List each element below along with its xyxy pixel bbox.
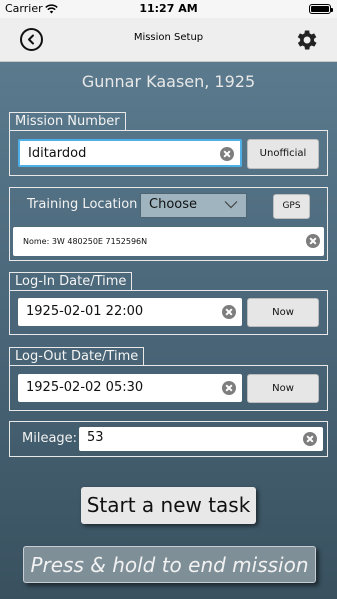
login-section: 1925-02-01 22:00 Now — [9, 290, 328, 335]
mission-number-input[interactable]: Iditardod — [18, 139, 242, 167]
logout-datetime-input[interactable]: 1925-02-02 05:30 — [18, 374, 242, 402]
battery-icon — [309, 4, 333, 14]
clear-icon[interactable] — [306, 234, 320, 248]
logout-datetime-label: Log-Out Date/Time — [9, 347, 145, 365]
login-datetime-value: 1925-02-01 22:00 — [26, 304, 144, 319]
clear-icon[interactable] — [222, 305, 236, 319]
clear-icon[interactable] — [220, 147, 234, 161]
mission-number-label: Mission Number — [9, 112, 126, 130]
logout-datetime-value: 1925-02-02 05:30 — [26, 380, 144, 395]
location-text: Nome: 3W 480250E 7152596N — [23, 237, 148, 246]
location-field[interactable]: Nome: 3W 480250E 7152596N — [13, 227, 324, 256]
training-location-select[interactable]: Choose — [140, 193, 247, 218]
mileage-section: Mileage: 53 — [9, 421, 328, 457]
mileage-label: Mileage: — [22, 431, 78, 446]
mission-number-value: Iditardod — [28, 146, 87, 161]
status-bar: Carrier 11:27 AM — [0, 0, 337, 18]
training-location-label: Training Location — [27, 197, 138, 212]
clear-icon[interactable] — [222, 381, 236, 395]
login-datetime-input[interactable]: 1925-02-01 22:00 — [18, 298, 242, 326]
nav-bar: Mission Setup — [0, 18, 337, 62]
logout-section: 1925-02-02 05:30 Now — [9, 365, 328, 411]
mileage-input[interactable]: 53 — [79, 427, 323, 451]
training-location-select-value: Choose — [149, 197, 197, 212]
mission-number-section: Iditardod Unofficial — [9, 130, 328, 176]
end-mission-button[interactable]: Press & hold to end mission — [23, 546, 316, 583]
mileage-value: 53 — [87, 430, 104, 445]
pilot-name: Gunnar Kaasen, 1925 — [81, 72, 256, 91]
login-now-button[interactable]: Now — [247, 298, 319, 327]
gear-icon[interactable] — [293, 27, 319, 53]
nav-title: Mission Setup — [133, 32, 204, 43]
logout-now-button[interactable]: Now — [247, 374, 319, 403]
gps-button[interactable]: GPS — [273, 194, 310, 219]
clock: 11:27 AM — [139, 2, 198, 15]
training-location-section: Training Location Choose GPS Nome: 3W 48… — [9, 187, 328, 261]
chevron-down-icon — [224, 201, 238, 209]
unofficial-button[interactable]: Unofficial — [247, 139, 319, 169]
clear-icon[interactable] — [303, 432, 317, 446]
start-task-button[interactable]: Start a new task — [81, 487, 256, 524]
login-datetime-label: Log-In Date/Time — [9, 272, 133, 290]
